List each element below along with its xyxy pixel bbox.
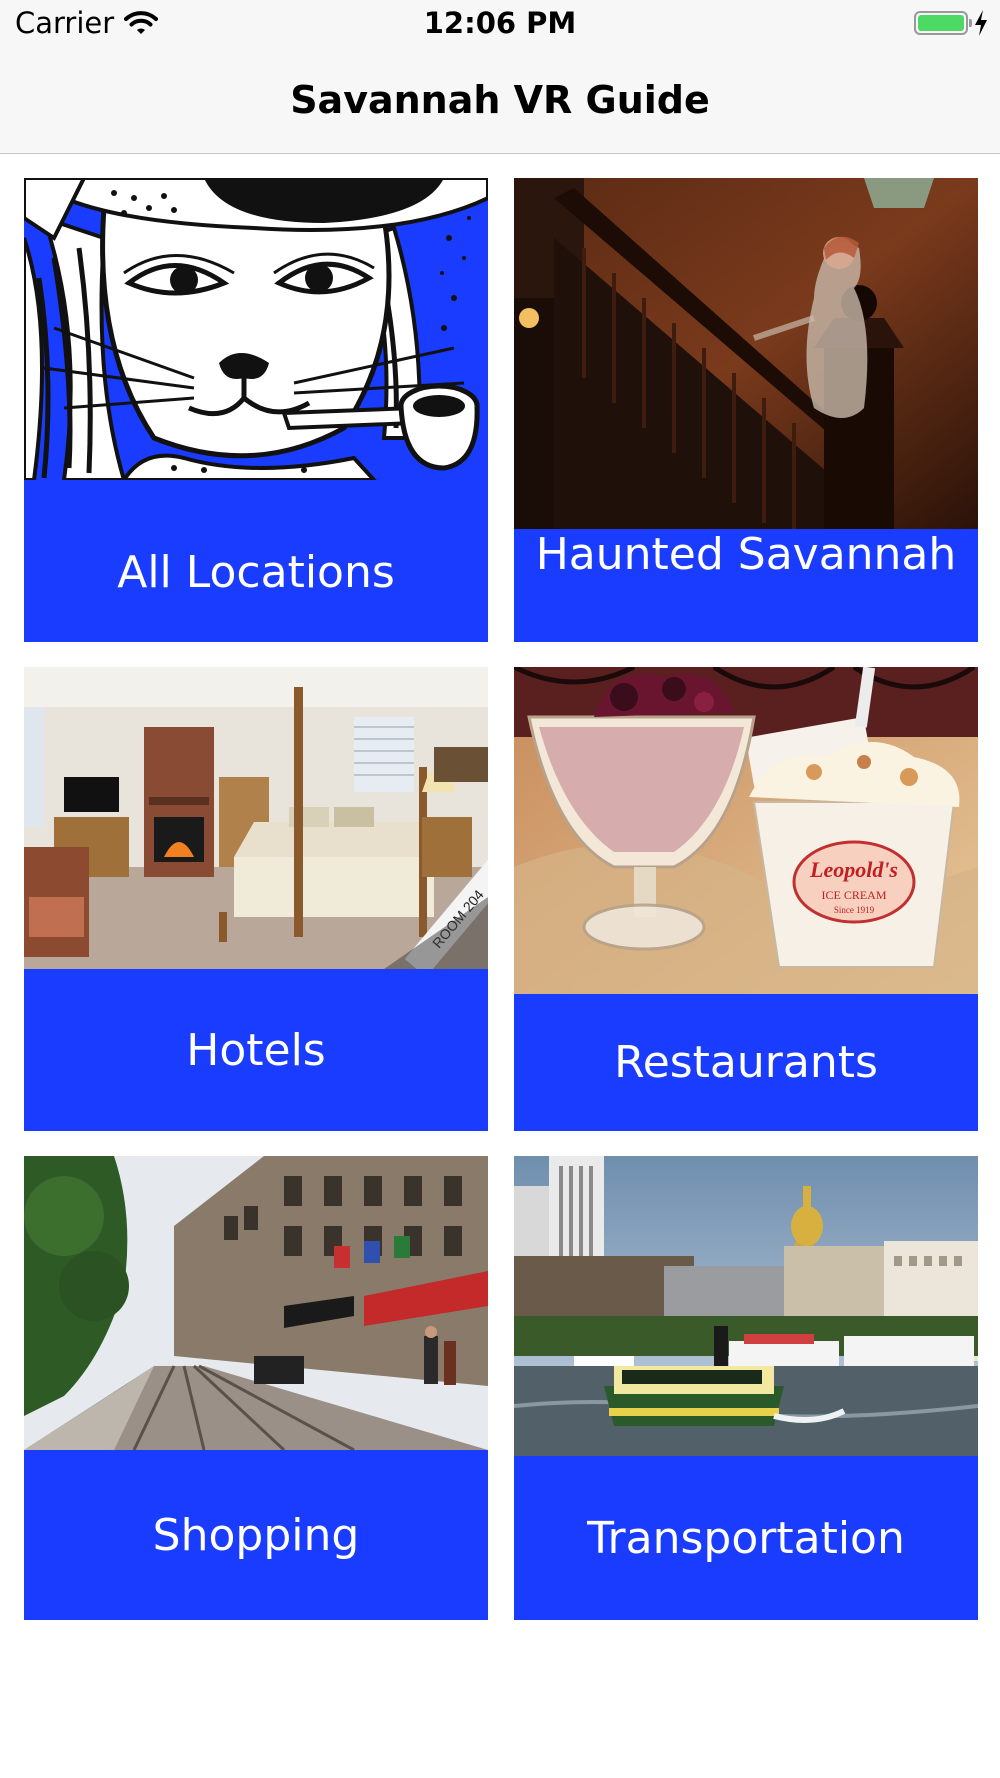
cup-sub-text: ICE CREAM (821, 888, 886, 902)
tile-label: Hotels (186, 1024, 326, 1076)
cup-year-text: Since 1919 (834, 905, 875, 915)
ghost-on-staircase-photo (514, 178, 978, 529)
charging-bolt-icon (974, 10, 988, 36)
tile-label: Restaurants (614, 1037, 878, 1088)
tile-label: Shopping (152, 1509, 360, 1561)
navigation-bar: Savannah VR Guide (0, 50, 1000, 154)
river-ferry-photo (514, 1156, 978, 1456)
hotel-room-photo: ROOM 204 (24, 667, 488, 969)
tile-shopping[interactable]: Shopping (24, 1156, 488, 1620)
tile-haunted-savannah[interactable]: Haunted Savannah (514, 178, 978, 642)
page-title: Savannah VR Guide (290, 77, 710, 122)
cat-with-pipe-illustration (24, 178, 488, 480)
cup-brand-text: Leopold's (809, 857, 898, 882)
status-bar: Carrier 12:06 PM (0, 0, 1000, 50)
battery-area (914, 10, 988, 36)
tile-label: Transportation (587, 1512, 905, 1564)
tile-label: All Locations (117, 546, 395, 598)
status-time: 12:06 PM (423, 6, 577, 40)
tile-label: Haunted Savannah (535, 529, 957, 580)
river-street-photo (24, 1156, 488, 1450)
battery-icon (914, 11, 972, 35)
tile-all-locations[interactable]: All Locations (24, 178, 488, 642)
tile-restaurants[interactable]: Leopold's ICE CREAM Since 1919 Restauran… (514, 667, 978, 1131)
tile-hotels[interactable]: ROOM 204 Hotels (24, 667, 488, 1131)
ice-cream-sundae-photo: Leopold's ICE CREAM Since 1919 (514, 667, 978, 994)
tile-transportation[interactable]: Transportation (514, 1156, 978, 1620)
